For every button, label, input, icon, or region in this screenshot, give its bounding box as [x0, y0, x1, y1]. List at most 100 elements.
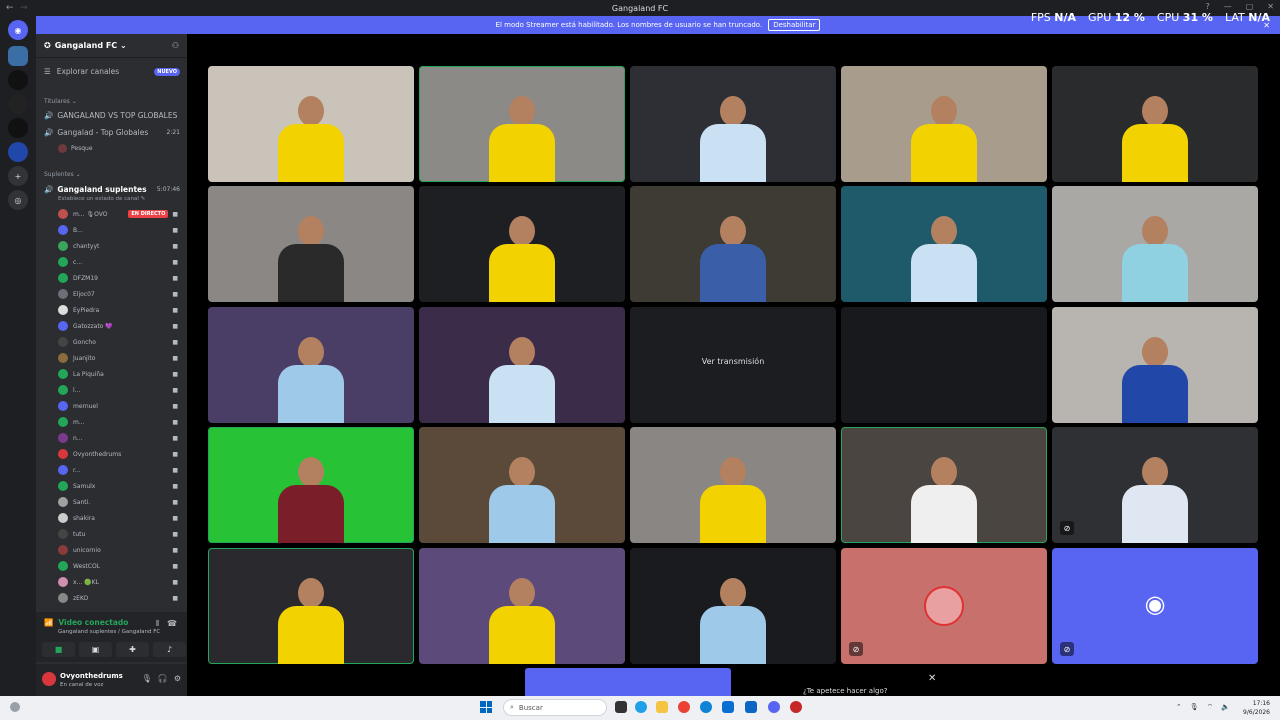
clock[interactable]: 17:16 9/6/2026	[1243, 699, 1270, 717]
voice-member[interactable]: Gatozzato 💜 ■	[58, 319, 182, 333]
video-tile[interactable]	[208, 307, 414, 423]
video-tile[interactable]	[419, 548, 625, 664]
copilot-icon[interactable]	[635, 701, 647, 713]
video-tile[interactable]: Ver transmisión	[630, 307, 836, 423]
voice-member[interactable]: n... ■	[58, 431, 182, 445]
video-tile[interactable]	[1052, 66, 1258, 182]
video-tile[interactable]	[841, 66, 1047, 182]
video-tile[interactable]	[208, 548, 414, 664]
voice-member[interactable]: B... ■	[58, 223, 182, 237]
voice-member[interactable]: tutu ■	[58, 527, 182, 541]
noise-suppression-icon[interactable]: ⫴	[156, 619, 159, 629]
store-icon[interactable]	[722, 701, 734, 713]
chrome-icon[interactable]	[678, 701, 690, 713]
video-tile[interactable]	[630, 66, 836, 182]
voice-member[interactable]: Goncho ■	[58, 335, 182, 349]
voice-member[interactable]: zEKO ■	[58, 591, 182, 605]
microphone-icon[interactable]: 🎙	[142, 674, 152, 683]
voice-channel[interactable]: 🔊 Gangalad - Top Globales 2:21	[44, 128, 180, 137]
voice-member[interactable]: chantyyt ■	[58, 239, 182, 253]
voice-member[interactable]: unicornio ■	[58, 543, 182, 557]
explore-channels[interactable]: ☰ Explorar canales NUEVO	[44, 67, 180, 76]
gear-icon[interactable]: ⚙	[174, 674, 181, 683]
wifi-icon[interactable]: ⌔	[1207, 703, 1214, 712]
voice-member[interactable]: La Piquiña ■	[58, 367, 182, 381]
voice-channel[interactable]: 🔊 GANGALAND VS TOP GLOBALES	[44, 111, 180, 120]
server-header[interactable]: ✪ Gangaland FC ⌄ ⚇	[36, 34, 187, 58]
video-tile[interactable]	[1052, 307, 1258, 423]
widgets-icon[interactable]	[10, 702, 20, 712]
video-tile[interactable]	[419, 307, 625, 423]
server-icon[interactable]	[8, 94, 28, 114]
voice-member[interactable]: Juanjito ■	[58, 351, 182, 365]
video-tile[interactable]	[630, 427, 836, 543]
voice-status[interactable]: 📶 Video conectado	[44, 618, 128, 627]
voice-member[interactable]: r... ■	[58, 463, 182, 477]
headphones-icon[interactable]: 🎧	[158, 674, 168, 683]
task-view-icon[interactable]	[615, 701, 627, 713]
microphone-icon[interactable]: 🎙	[1190, 703, 1199, 712]
video-tile[interactable]	[841, 186, 1047, 302]
help-icon[interactable]: ?	[1205, 2, 1209, 11]
voice-channel-active[interactable]: 🔊 Gangaland suplentes 5:07:46	[44, 185, 180, 194]
server-icon[interactable]	[8, 118, 28, 138]
voice-member[interactable]: mernuel ■	[58, 399, 182, 413]
add-server-icon[interactable]: +	[8, 166, 28, 186]
server-icon[interactable]	[8, 46, 28, 66]
video-tile[interactable]	[208, 427, 414, 543]
video-tile[interactable]: ⊘	[841, 548, 1047, 664]
video-tile[interactable]	[208, 66, 414, 182]
disconnect-icon[interactable]: ☎	[167, 619, 177, 629]
channel-status[interactable]: Establece un estado de canal ✎	[58, 196, 145, 202]
disable-button[interactable]: Deshabilitar	[768, 19, 821, 31]
video-tile[interactable]	[419, 186, 625, 302]
activities-button[interactable]: ✚	[116, 642, 149, 657]
file-explorer-icon[interactable]	[656, 701, 668, 713]
video-tile[interactable]	[208, 186, 414, 302]
voice-member[interactable]: c... ■	[58, 255, 182, 269]
chevron-up-icon[interactable]: ⌃	[1176, 703, 1182, 712]
avatar[interactable]	[42, 672, 56, 686]
voice-member[interactable]: m... ■	[58, 415, 182, 429]
video-tile[interactable]	[419, 427, 625, 543]
minimize-icon[interactable]: —	[1224, 2, 1232, 11]
channel-member[interactable]: Pesque	[58, 144, 178, 153]
discord-icon[interactable]	[768, 701, 780, 713]
server-icon[interactable]	[8, 70, 28, 90]
voice-member[interactable]: Ovyonthedrums ■	[58, 447, 182, 461]
discover-icon[interactable]: ◎	[8, 190, 28, 210]
soundboard-button[interactable]: ♪	[153, 642, 186, 657]
close-icon[interactable]: ✕	[928, 673, 936, 684]
discord-home-icon[interactable]: ◉	[8, 20, 28, 40]
voice-member[interactable]: Eljoc07 ■	[58, 287, 182, 301]
voice-member[interactable]: Samulx ■	[58, 479, 182, 493]
category-titulares[interactable]: Titulares ⌄	[44, 98, 77, 105]
search-input[interactable]: ⌕ Buscar	[503, 699, 607, 716]
edge-icon[interactable]	[700, 701, 712, 713]
category-suplentes[interactable]: Suplentes ⌄	[44, 171, 81, 178]
activity-panel[interactable]	[525, 668, 731, 696]
video-tile[interactable]: ◉ ⊘	[1052, 548, 1258, 664]
voice-member[interactable]: x... 🟢KL ■	[58, 575, 182, 589]
voice-member[interactable]: EyPiedra ■	[58, 303, 182, 317]
voice-member[interactable]: shakira ■	[58, 511, 182, 525]
voice-member[interactable]: m... 🎙OVO EN DIRECTO ■	[58, 207, 182, 221]
voice-member[interactable]: Santi. ■	[58, 495, 182, 509]
video-tile[interactable]	[419, 66, 625, 182]
volume-icon[interactable]: 🔈	[1221, 703, 1230, 712]
invite-icon[interactable]: ⚇	[172, 41, 179, 50]
camera-button[interactable]: ■	[42, 642, 75, 657]
video-tile[interactable]	[841, 427, 1047, 543]
screen-share-button[interactable]: ▣	[79, 642, 112, 657]
video-tile[interactable]	[841, 307, 1047, 423]
watch-stream-label[interactable]: Ver transmisión	[630, 357, 836, 366]
windows-start-icon[interactable]	[480, 701, 492, 713]
maximize-icon[interactable]: ▢	[1246, 2, 1254, 11]
video-tile[interactable]	[630, 548, 836, 664]
video-tile[interactable]	[1052, 186, 1258, 302]
app-icon[interactable]	[745, 701, 757, 713]
voice-member[interactable]: l... ■	[58, 383, 182, 397]
app-icon[interactable]	[790, 701, 802, 713]
video-tile[interactable]	[630, 186, 836, 302]
server-icon[interactable]	[8, 142, 28, 162]
